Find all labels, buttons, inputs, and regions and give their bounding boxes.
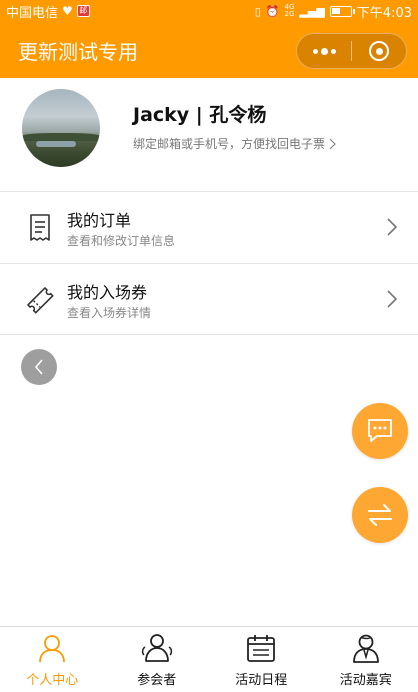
- avatar[interactable]: [22, 89, 100, 167]
- heart-icon: ♥: [62, 4, 73, 18]
- bind-contact-hint: 绑定邮箱或手机号，方便找回电子票: [133, 137, 326, 151]
- tab-personal-center[interactable]: 个人中心: [0, 627, 105, 692]
- title-bar: 更新测试专用: [0, 22, 418, 78]
- menu-list: 我的订单 查看和修改订单信息 我的入场券 查看入场券详情: [0, 191, 418, 335]
- carrier-label: 中国电信: [6, 5, 59, 21]
- chevron-right-icon: [387, 290, 398, 308]
- more-dot-icon: [320, 47, 328, 55]
- menu-item-tickets[interactable]: 我的入场券 查看入场券详情: [0, 263, 418, 335]
- person-icon: [39, 635, 66, 663]
- chevron-left-icon: [34, 359, 43, 375]
- chevron-right-icon: [387, 218, 398, 236]
- guests-icon: [352, 634, 379, 663]
- receipt-icon: [30, 214, 50, 241]
- chat-bubble-icon: [368, 419, 392, 442]
- alarm-icon: ⏰: [265, 4, 280, 18]
- signal-icon: ▂▄▆: [299, 4, 325, 18]
- menu-item-title: 我的订单: [67, 211, 132, 230]
- bottom-tab-bar: 个人中心 参会者 活动日程 活动嘉宾: [0, 626, 418, 692]
- menu-item-orders[interactable]: 我的订单 查看和修改订单信息: [0, 191, 418, 263]
- status-time: 下午4:03: [356, 5, 412, 21]
- status-bar: 中国电信 ♥ 邮 ▯ ⏰ 4G 2G ▂▄▆ 下午4:03: [0, 0, 418, 22]
- more-dot-icon: [312, 48, 318, 54]
- back-button[interactable]: [21, 349, 57, 385]
- mail-app-badge: 邮: [76, 5, 90, 17]
- page-title: 更新测试专用: [18, 39, 138, 64]
- swap-arrows-icon: [368, 504, 392, 526]
- battery-level: [331, 7, 340, 14]
- target-circle-icon: [369, 41, 389, 61]
- attendees-icon: [141, 634, 172, 662]
- tab-label: 活动日程: [235, 673, 288, 688]
- tab-label: 个人中心: [26, 673, 79, 688]
- battery-icon: [329, 5, 355, 17]
- profile-name: Jacky | 孔令杨: [133, 104, 267, 126]
- tab-guests[interactable]: 活动嘉宾: [314, 627, 418, 692]
- bind-contact-link[interactable]: 绑定邮箱或手机号，方便找回电子票: [133, 135, 336, 152]
- more-dot-icon: [330, 48, 336, 54]
- network-indicator: 4G 2G: [285, 4, 295, 18]
- more-menu-button[interactable]: [297, 47, 351, 55]
- menu-item-subtitle: 查看入场券详情: [67, 306, 152, 320]
- tab-label: 参会者: [137, 673, 177, 688]
- switch-button[interactable]: [352, 487, 408, 543]
- network-2g-label: 2G: [284, 10, 295, 18]
- calendar-icon: [247, 635, 276, 662]
- profile-section: Jacky | 孔令杨 绑定邮箱或手机号，方便找回电子票: [0, 78, 418, 191]
- tab-attendees[interactable]: 参会者: [105, 627, 210, 692]
- chevron-right-icon: [329, 138, 336, 149]
- menu-item-subtitle: 查看和修改订单信息: [67, 234, 176, 248]
- ticket-icon: [27, 287, 54, 314]
- miniprogram-capsule: [296, 33, 407, 69]
- chat-button[interactable]: [352, 403, 408, 459]
- tab-label: 活动嘉宾: [339, 673, 392, 688]
- vibrate-icon: ▯: [254, 4, 261, 18]
- close-miniprogram-button[interactable]: [352, 41, 406, 61]
- menu-item-title: 我的入场券: [67, 283, 148, 302]
- tab-schedule[interactable]: 活动日程: [209, 627, 314, 692]
